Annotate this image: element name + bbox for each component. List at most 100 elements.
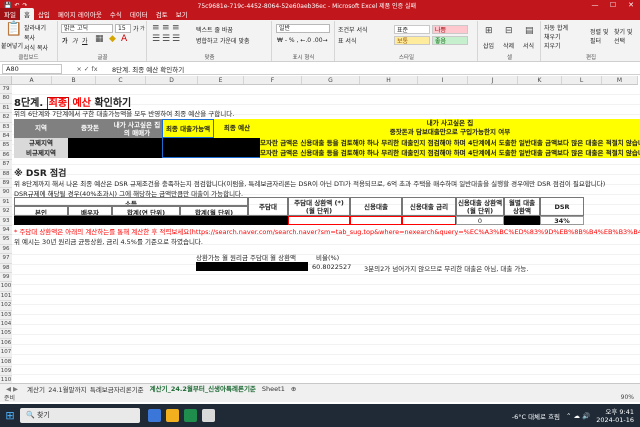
t2-header-income[interactable]: 소득 — [14, 197, 248, 206]
paste-button[interactable]: 붙여넣기 — [1, 41, 23, 50]
t1-header-note[interactable]: 내가 사고싶은 집 중잣돈과 담보대출만으로 구입가능한지 여부 — [260, 119, 640, 138]
row-header[interactable]: 103 — [0, 310, 12, 320]
style-neutral[interactable]: 보통 — [394, 36, 430, 45]
column-header[interactable]: F — [244, 76, 302, 84]
name-box[interactable]: A80 — [2, 63, 62, 74]
font-name-select[interactable]: 맑은 고딕 — [61, 24, 113, 33]
column-header[interactable]: J — [468, 76, 518, 84]
t1-row-nonregulated-loan[interactable] — [162, 148, 260, 158]
calc-label[interactable]: 상환가능 월 원리금 주담대 월 상환액 — [196, 252, 296, 262]
row-header[interactable]: 106 — [0, 338, 12, 349]
sort-filter-button[interactable]: 정렬 및 필터 — [590, 27, 612, 45]
align-bottom-icon[interactable]: ≡ — [172, 24, 180, 33]
align-right-icon[interactable]: ☰ — [172, 35, 180, 44]
row-header[interactable]: 87 — [0, 160, 12, 170]
underline-button[interactable]: 가 — [82, 36, 88, 45]
file-explorer-icon[interactable] — [166, 409, 179, 422]
t1-header-price[interactable]: 내가 사고싶은 집의 매매가 — [112, 119, 162, 138]
format-cells-button[interactable]: 서식 — [523, 41, 534, 50]
taskbar-search-input[interactable]: 🔍 찾기 — [20, 408, 140, 423]
copy-button[interactable]: 복사 — [24, 33, 35, 42]
t1-row-regulated-note[interactable]: 모자란 금액은 신용대출 등을 검토해야 하나 무리한 대출인지 점검해야 하며… — [260, 138, 640, 148]
tab-data[interactable]: 데이터 — [126, 8, 152, 20]
column-header[interactable]: I — [418, 76, 468, 84]
align-middle-icon[interactable]: ≡ — [162, 24, 170, 33]
row-header[interactable]: 108 — [0, 357, 12, 367]
tab-page-layout[interactable]: 페이지 레이아웃 — [54, 8, 106, 20]
tab-file[interactable]: 파일 — [0, 8, 20, 20]
autosum-button[interactable]: 자동 합계 — [544, 23, 568, 32]
row-header[interactable]: 89 — [0, 179, 12, 189]
row-header[interactable]: 96 — [0, 244, 12, 255]
t2-header-mortgage[interactable]: 주담대 — [248, 197, 288, 216]
note-red[interactable]: * 주담대 상환액은 아래의 계산하는를 통해 계산한 후 적력보세요(http… — [14, 226, 640, 236]
font-shrink-button[interactable]: 가 — [140, 25, 145, 32]
fill-button[interactable]: 채우기 — [544, 32, 561, 41]
t2-header-credit-pay[interactable]: 신용대출 상환액 (월 단위) — [456, 197, 504, 216]
windows-start-icon[interactable]: ⊞ — [0, 409, 20, 422]
worksheet-grid[interactable]: 8단계. 최종 예산 확인하기 위의 6단계와 7단계에서 구한 대출가능액을 … — [12, 85, 640, 382]
row-header[interactable]: 84 — [0, 132, 12, 142]
row-header[interactable]: 102 — [0, 301, 12, 311]
t2-header-self[interactable]: 본인 — [14, 206, 68, 216]
t1-row-regulated-label[interactable]: 규제지역 — [14, 138, 68, 148]
row-header[interactable]: 107 — [0, 348, 12, 358]
t2-header-dsr[interactable]: DSR — [540, 197, 584, 216]
merge-center-button[interactable]: 병합하고 가운데 맞춤 — [196, 36, 250, 45]
border-icon[interactable]: ▦ — [95, 35, 104, 44]
formula-input[interactable]: 8단계. 최종 예산 확인하기 — [112, 64, 184, 74]
style-good[interactable]: 좋음 — [432, 36, 468, 45]
t1-header-own-funds[interactable]: 중잣돈 — [68, 119, 112, 138]
t2-header-spouse[interactable]: 배우자 — [68, 206, 112, 216]
row-header[interactable]: 90 — [0, 188, 12, 198]
t1-header-final-loan[interactable]: 최종 대출가능액 — [162, 119, 214, 138]
cut-button[interactable]: 잘라내기 — [24, 23, 46, 32]
add-sheet-icon[interactable]: ⊕ — [288, 385, 299, 393]
excel-app-icon[interactable] — [184, 409, 197, 422]
maximize-button[interactable]: ☐ — [604, 1, 622, 9]
t2-row-month-pay[interactable] — [504, 216, 540, 225]
column-header[interactable]: M — [602, 76, 638, 84]
row-header[interactable]: 109 — [0, 367, 12, 377]
column-header[interactable]: G — [302, 76, 360, 84]
insert-cells-button[interactable]: 삽입 — [483, 41, 494, 50]
column-header[interactable]: D — [146, 76, 198, 84]
font-grow-button[interactable]: 가 — [133, 24, 139, 33]
tab-home[interactable]: 홈 — [19, 8, 34, 20]
weather-status[interactable]: -6°C 대체로 흐림 — [512, 411, 560, 421]
column-header[interactable]: K — [518, 76, 562, 84]
t2-row-credit[interactable] — [350, 216, 402, 225]
row-header[interactable]: 80 — [0, 94, 12, 104]
accounting-format-icon[interactable]: ₩ - % , ←.0 .00→ — [277, 37, 328, 44]
formula-controls[interactable]: × ✓ fx — [62, 65, 112, 73]
t2-header-sum-month[interactable]: 합계(월 단위) — [180, 206, 248, 216]
t2-header-sum-year[interactable]: 합계(연 단위) — [112, 206, 180, 216]
select-all-corner[interactable] — [0, 76, 12, 85]
t1-row-nonregulated-values[interactable] — [68, 148, 162, 158]
column-header[interactable]: A — [12, 76, 52, 84]
row-header[interactable]: 86 — [0, 150, 12, 161]
wrap-text-button[interactable]: 텍스트 줄 바꿈 — [196, 25, 233, 34]
t2-row-mortgage-pay[interactable] — [288, 216, 350, 225]
row-header[interactable]: 83 — [0, 122, 12, 132]
number-format-select[interactable]: 일반 — [276, 24, 330, 33]
row-header[interactable]: 92 — [0, 207, 12, 217]
t1-row-regulated-loan[interactable] — [162, 138, 260, 148]
note-example[interactable]: 위 예시는 30년 원리금 균등상환, 금리 4.5%를 기준으로 하였습니다. — [14, 236, 203, 246]
tab-review[interactable]: 검토 — [152, 8, 172, 20]
t1-row-nonregulated-note[interactable]: 모자란 금액은 신용대출 등을 검토해야 하나 무리한 대출인지 점검해야 하며… — [260, 148, 640, 158]
t1-row-regulated-values[interactable] — [68, 138, 162, 148]
t2-header-credit-rate[interactable]: 신용대출 금리 — [402, 197, 456, 216]
row-header[interactable]: 95 — [0, 235, 12, 245]
column-header[interactable]: E — [198, 76, 244, 84]
t2-row-credit-pay[interactable]: 0 — [456, 216, 504, 225]
delete-cells-button[interactable]: 삭제 — [503, 41, 514, 50]
row-header[interactable]: 85 — [0, 141, 12, 151]
row-header[interactable]: 97 — [0, 254, 12, 264]
tab-insert[interactable]: 삽입 — [34, 8, 54, 20]
align-top-icon[interactable]: ≡ — [152, 24, 160, 33]
style-bad[interactable]: 나쁨 — [432, 25, 468, 34]
minimize-button[interactable]: — — [586, 1, 604, 9]
column-header[interactable]: H — [360, 76, 418, 84]
calc-values[interactable] — [196, 262, 308, 271]
